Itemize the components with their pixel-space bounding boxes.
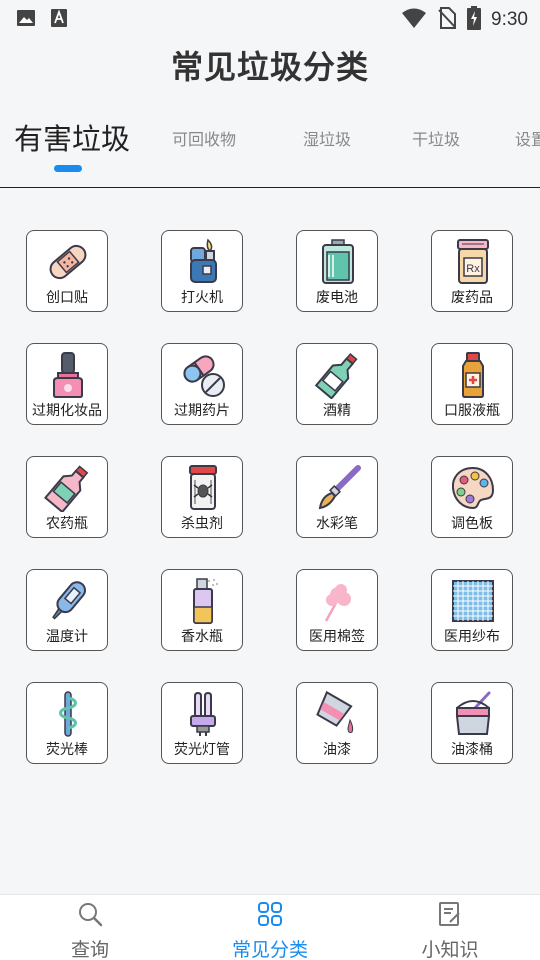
item-card-oral-liquid[interactable]: 口服液瓶 [431,343,513,425]
alcohol-bottle-icon [314,352,358,399]
fluorescent-tube-icon [190,691,216,736]
paintbrush-icon [318,465,361,510]
perfume-spray-icon [193,578,218,624]
wifi-icon [401,7,427,33]
paint-bucket-icon [455,691,491,735]
item-card-perfume[interactable]: 香水瓶 [161,569,243,651]
palette-icon [451,466,495,510]
text-notification-icon [50,8,68,32]
category-tabs: 有害垃圾 可回收物 湿垃圾 干垃圾 设置 [0,110,540,188]
item-card-thermometer[interactable]: 温度计 [26,569,108,651]
item-card-fluorescent-tube[interactable]: 荧光灯管 [161,682,243,764]
no-sim-icon [437,7,457,33]
active-tab-indicator [54,165,82,172]
paint-pour-icon [316,690,354,733]
insecticide-can-icon [189,465,217,510]
battery-charging-icon [467,6,482,34]
pesticide-bottle-icon [44,465,89,512]
item-card-expired-pills[interactable]: 过期药片 [161,343,243,425]
item-card-palette[interactable]: 调色板 [431,456,513,538]
item-card-pesticide[interactable]: 农药瓶 [26,456,108,538]
search-icon [79,903,103,927]
bandage-icon [49,244,87,280]
item-card-watercolor-pen[interactable]: 水彩笔 [296,456,378,538]
nav-tips[interactable]: 小知识 [360,895,540,960]
tab-recyclable[interactable]: 可回收物 [172,110,236,187]
oral-liquid-bottle-icon [462,352,484,398]
item-card-bandage[interactable]: 创口贴 [26,230,108,312]
lighter-icon [190,238,217,283]
item-card-insecticide[interactable]: 杀虫剂 [161,456,243,538]
grid-icon [258,902,282,926]
tab-settings[interactable]: 设置 [515,110,540,187]
item-card-battery[interactable]: 废电池 [296,230,378,312]
nail-polish-icon [53,352,83,398]
nav-common-categories[interactable]: 常见分类 [180,895,360,960]
page-title: 常见垃圾分类 [170,48,369,86]
glow-stick-icon [59,691,77,737]
bottom-navigation: 查询 常见分类 小知识 [0,894,540,960]
item-card-cotton-swab[interactable]: 医用棉签 [296,569,378,651]
item-card-glow-stick[interactable]: 荧光棒 [26,682,108,764]
status-time: 9:30 [491,9,528,30]
pills-icon [183,355,225,397]
notes-icon [439,902,460,926]
svg-text:Rx: Rx [466,263,480,275]
medicine-jar-icon: Rx [457,239,489,284]
item-card-lighter[interactable]: 打火机 [161,230,243,312]
cotton-swab-icon [324,584,351,622]
tab-wet-waste[interactable]: 湿垃圾 [303,110,351,187]
tab-hazardous-waste[interactable]: 有害垃圾 [14,110,130,187]
gauze-icon [452,580,494,622]
battery-icon [322,239,354,284]
item-card-paint[interactable]: 油漆 [296,682,378,764]
gallery-notification-icon [16,8,36,32]
item-card-alcohol[interactable]: 酒精 [296,343,378,425]
tab-dry-waste[interactable]: 干垃圾 [412,110,460,187]
nav-search[interactable]: 查询 [0,895,180,960]
item-card-gauze[interactable]: 医用纱布 [431,569,513,651]
item-card-medicine[interactable]: Rx 废药品 [431,230,513,312]
status-bar: 9:30 [0,0,540,36]
item-card-cosmetics[interactable]: 过期化妆品 [26,343,108,425]
item-card-paint-bucket[interactable]: 油漆桶 [431,682,513,764]
thermometer-icon [52,581,86,620]
